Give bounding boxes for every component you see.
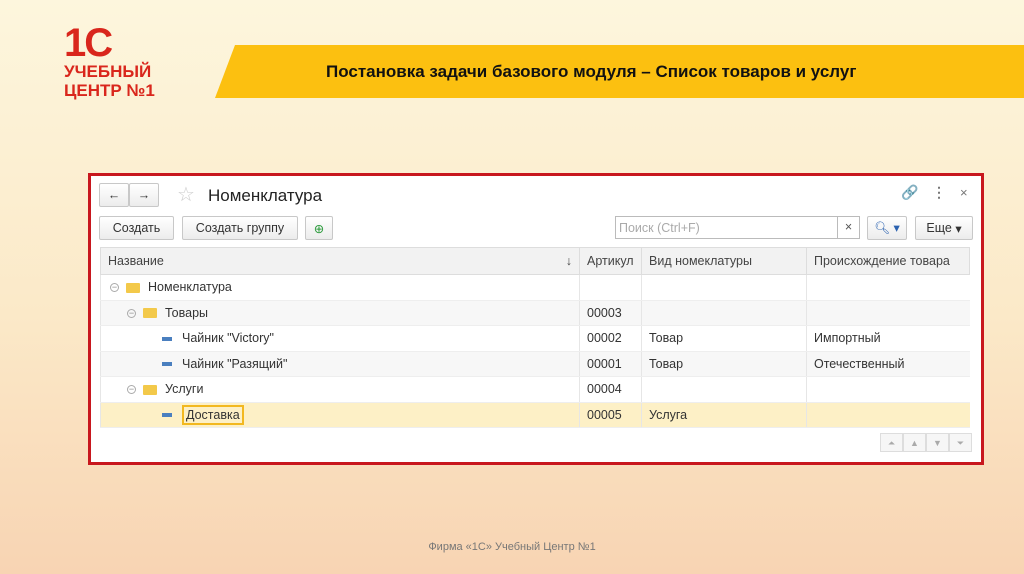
- scroll-up-button[interactable]: ▲: [903, 433, 926, 452]
- scroll-last-button[interactable]: ⏷: [949, 433, 972, 452]
- footer: Фирма «1С» Учебный Центр №1: [428, 541, 596, 553]
- search-placeholder: Поиск (Ctrl+F): [619, 221, 700, 235]
- table-header: Название ↓ Артикул Вид номеклатуры Происх…: [100, 247, 970, 275]
- close-icon[interactable]: ×: [960, 185, 968, 200]
- item-icon: [162, 413, 172, 418]
- table-row[interactable]: − Товары 00003: [100, 300, 970, 326]
- collapse-icon[interactable]: −: [127, 385, 136, 395]
- logo-line: ЦЕНТР №1: [64, 81, 155, 100]
- col-kind[interactable]: Вид номеклатуры: [641, 247, 807, 275]
- table-row[interactable]: − Номенклатура: [100, 274, 970, 301]
- folder-icon: [126, 282, 140, 293]
- nomenclature-table: Название ↓ Артикул Вид номеклатуры Происх…: [100, 247, 970, 428]
- scroll-first-button[interactable]: ⏶: [880, 433, 903, 452]
- forward-button[interactable]: →: [129, 183, 159, 207]
- nomenclature-window: ← → ☆ Номенклатура 🔗 ⋮ × Создать Создать…: [88, 173, 984, 465]
- back-button[interactable]: ←: [99, 183, 129, 207]
- search-button[interactable]: 🔍︎ ▾: [867, 216, 907, 240]
- create-button[interactable]: Создать: [99, 216, 174, 240]
- clear-search-icon[interactable]: ×: [837, 217, 859, 238]
- folder-icon: [143, 384, 157, 395]
- link-icon[interactable]: 🔗: [901, 184, 918, 201]
- star-icon[interactable]: ☆: [177, 182, 195, 207]
- scroll-down-button[interactable]: ▼: [926, 433, 949, 452]
- folder-icon: [143, 308, 157, 319]
- logo-line: УЧЕБНЫЙ: [64, 62, 152, 81]
- collapse-icon[interactable]: −: [110, 283, 119, 293]
- table-row[interactable]: Чайник "Разящий" 00001 Товар Отечественный: [100, 351, 970, 377]
- table-row[interactable]: − Услуги 00004: [100, 376, 970, 403]
- copy-add-icon[interactable]: ⊕: [305, 216, 333, 240]
- item-icon: [162, 336, 172, 341]
- logo-mark: 1С: [64, 21, 113, 65]
- more-button[interactable]: Еще ▾: [915, 216, 973, 240]
- slide-title: Постановка задачи базового модуля – Спис…: [326, 62, 857, 81]
- col-origin[interactable]: Происхождение товара: [806, 247, 970, 275]
- col-name[interactable]: Название ↓: [100, 247, 580, 275]
- title-banner: Постановка задачи базового модуля – Спис…: [215, 45, 1024, 98]
- table-row[interactable]: Чайник "Victory" 00002 Товар Импортный: [100, 325, 970, 352]
- logo: 1С УЧЕБНЫЙ ЦЕНТР №1: [64, 21, 174, 100]
- create-group-button[interactable]: Создать группу: [182, 216, 298, 240]
- collapse-icon[interactable]: −: [127, 308, 136, 318]
- search-input[interactable]: Поиск (Ctrl+F) ×: [615, 216, 860, 239]
- item-icon: [162, 362, 172, 367]
- table-row-selected[interactable]: Доставка 00005 Услуга: [100, 402, 970, 428]
- col-code[interactable]: Артикул: [579, 247, 642, 275]
- more-label: Еще: [926, 221, 952, 235]
- more-vert-icon[interactable]: ⋮: [932, 184, 946, 201]
- window-title: Номенклатура: [208, 186, 323, 205]
